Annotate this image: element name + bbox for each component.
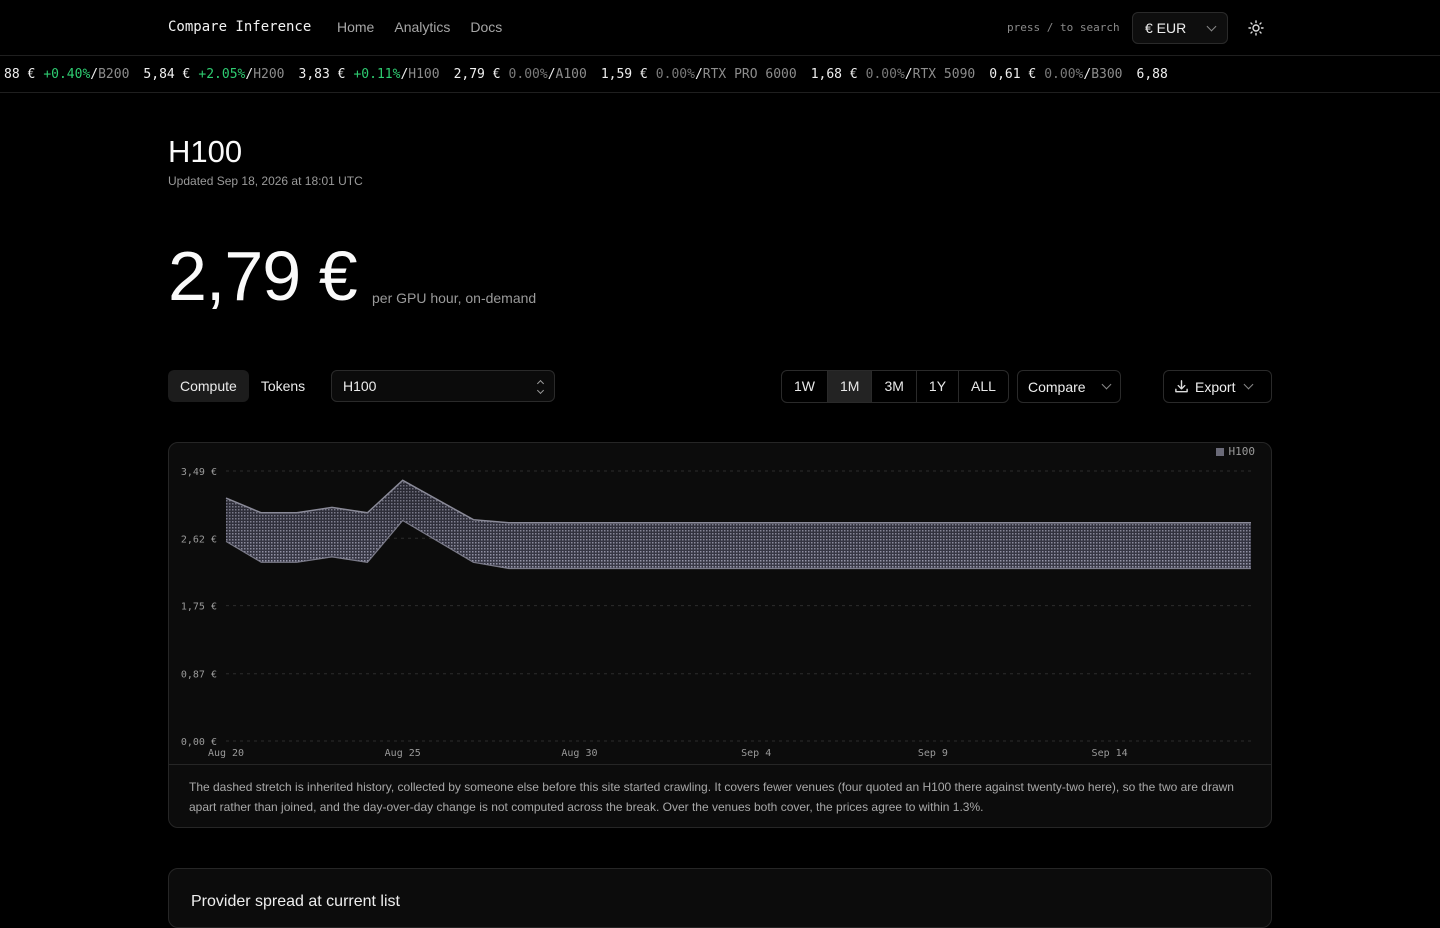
ticker-gpu-name: B200 xyxy=(98,67,130,82)
ticker-change: +2.05% xyxy=(198,67,246,82)
ticker-price: 88 € xyxy=(4,67,36,82)
gpu-select-value: H100 xyxy=(343,378,377,394)
ticker-change: 0.00% xyxy=(1044,67,1084,82)
ticker-track: 88 € +0.40% / B200 5,84 € +2.05% / H200 3,83 € +0… xyxy=(4,67,1176,82)
sun-icon xyxy=(1248,20,1264,36)
chevron-down-icon xyxy=(1244,379,1254,390)
x-tick-label: Sep 14 xyxy=(1092,748,1128,759)
ticker-price: 5,84 € xyxy=(143,67,191,82)
theme-toggle-button[interactable] xyxy=(1244,16,1268,40)
x-tick-label: Aug 20 xyxy=(208,748,244,759)
range-toggle: 1W 1M 3M 1Y ALL xyxy=(781,370,1009,403)
x-tick-label: Sep 9 xyxy=(918,748,948,759)
ticker-item[interactable]: 88 € +0.40% xyxy=(4,67,90,82)
y-tick-label: 0,00 € xyxy=(181,737,217,748)
ticker-change: 0.00% xyxy=(508,67,548,82)
ticker-item[interactable]: B200 5,84 € +2.05% xyxy=(98,67,245,82)
provider-spread-card: Provider spread at current list xyxy=(168,868,1272,928)
ticker-price: 1,59 € xyxy=(600,67,648,82)
ticker-gpu-name: H100 xyxy=(408,67,440,82)
ticker-separator: / xyxy=(90,67,99,82)
y-tick-label: 0,87 € xyxy=(181,670,217,681)
nav-link-analytics[interactable]: Analytics xyxy=(394,19,450,35)
nav-link-docs[interactable]: Docs xyxy=(470,19,502,35)
range-1m[interactable]: 1M xyxy=(827,371,872,402)
compare-label: Compare xyxy=(1028,378,1086,395)
price-ticker: 88 € +0.40% / B200 5,84 € +2.05% / H200 3,83 € +0… xyxy=(0,57,1440,93)
ticker-price: 0,61 € xyxy=(989,67,1037,82)
ticker-change: +0.11% xyxy=(353,67,401,82)
range-3m[interactable]: 3M xyxy=(871,371,915,402)
price-band-shade xyxy=(226,480,1251,569)
chart-footnote: The dashed stretch is inherited history,… xyxy=(169,764,1271,827)
price-note: per GPU hour, on-demand xyxy=(372,290,537,306)
section-title: Provider spread at current list xyxy=(191,893,400,910)
gpu-select[interactable]: H100 xyxy=(331,370,555,402)
tab-tokens[interactable]: Tokens xyxy=(249,370,317,402)
export-button[interactable]: Export xyxy=(1163,370,1272,403)
ticker-item[interactable]: H100 2,79 € 0.00% xyxy=(408,67,547,82)
ticker-change: +0.40% xyxy=(43,67,91,82)
price-chart[interactable]: 3,49 € 2,62 € 1,75 € 0,87 € 0,00 € Aug 20 Aug… xyxy=(169,443,1272,764)
range-1y[interactable]: 1Y xyxy=(915,371,958,402)
ticker-gpu-name: RTX PRO 6000 xyxy=(702,67,797,82)
ticker-price: 3,83 € xyxy=(298,67,346,82)
ticker-gpu-name: RTX 5090 xyxy=(912,67,976,82)
nav-link-home[interactable]: Home xyxy=(337,19,374,35)
chevron-down-icon xyxy=(1206,21,1217,31)
page-title: H100 xyxy=(168,134,243,169)
legend-label: H100 xyxy=(1228,445,1256,458)
updated-timestamp: Updated Sep 18, 2026 at 18:01 UTC xyxy=(168,174,363,188)
x-tick-label: Aug 25 xyxy=(385,748,421,759)
ticker-gpu-name: H200 xyxy=(253,67,285,82)
ticker-separator: / xyxy=(400,67,409,82)
ticker-gpu-name: B300 xyxy=(1091,67,1123,82)
x-tick-label: Sep 4 xyxy=(741,748,771,759)
compare-button[interactable]: Compare xyxy=(1017,370,1121,403)
ticker-item[interactable]: B300 6,88 xyxy=(1091,67,1176,82)
y-tick-label: 3,49 € xyxy=(181,467,217,478)
mode-toggle: Compute Tokens xyxy=(168,370,317,402)
ticker-price: 6,88 xyxy=(1136,67,1168,82)
ticker-item[interactable]: RTX PRO 6000 1,68 € 0.00% xyxy=(703,67,905,82)
export-label: Export xyxy=(1195,378,1236,395)
ticker-price: 2,79 € xyxy=(453,67,501,82)
chevron-up-down-icon xyxy=(536,379,545,395)
ticker-separator: / xyxy=(1083,67,1092,82)
ticker-change: 0.00% xyxy=(655,67,695,82)
range-all[interactable]: ALL xyxy=(958,371,1008,402)
nav-links: Home Analytics Docs xyxy=(337,19,502,35)
ticker-price: 1,68 € xyxy=(810,67,858,82)
price-chart-card: H100 3,49 € 2,62 € 1,75 € 0,87 € 0,00 € Aug … xyxy=(168,442,1272,828)
top-nav: Compare Inference Home Analytics Docs pr… xyxy=(0,0,1440,56)
y-tick-label: 1,75 € xyxy=(181,602,217,613)
ticker-change: 0.00% xyxy=(865,67,905,82)
tab-compute[interactable]: Compute xyxy=(168,370,249,402)
brand-logo-text[interactable]: Compare Inference xyxy=(168,19,311,35)
search-hint[interactable]: press / to search xyxy=(1007,21,1120,34)
ticker-item[interactable]: RTX 5090 0,61 € 0.00% xyxy=(913,67,1084,82)
ticker-separator: / xyxy=(245,67,254,82)
x-tick-label: Aug 30 xyxy=(561,748,597,759)
ticker-separator: / xyxy=(547,67,556,82)
ticker-item[interactable]: A100 1,59 € 0.00% xyxy=(556,67,695,82)
y-tick-label: 2,62 € xyxy=(181,534,217,545)
ticker-gpu-name: A100 xyxy=(555,67,587,82)
ticker-separator: / xyxy=(904,67,913,82)
download-icon xyxy=(1175,380,1188,393)
current-price: 2,79 € xyxy=(168,237,358,315)
currency-select[interactable]: € EUR xyxy=(1132,12,1228,44)
chart-legend: H100 xyxy=(1215,445,1256,458)
ticker-item[interactable]: H200 3,83 € +0.11% xyxy=(253,67,400,82)
legend-swatch xyxy=(1215,447,1224,456)
chevron-down-icon xyxy=(1101,379,1112,390)
currency-value: € EUR xyxy=(1145,20,1187,36)
range-1w[interactable]: 1W xyxy=(782,371,827,402)
ticker-separator: / xyxy=(694,67,703,82)
